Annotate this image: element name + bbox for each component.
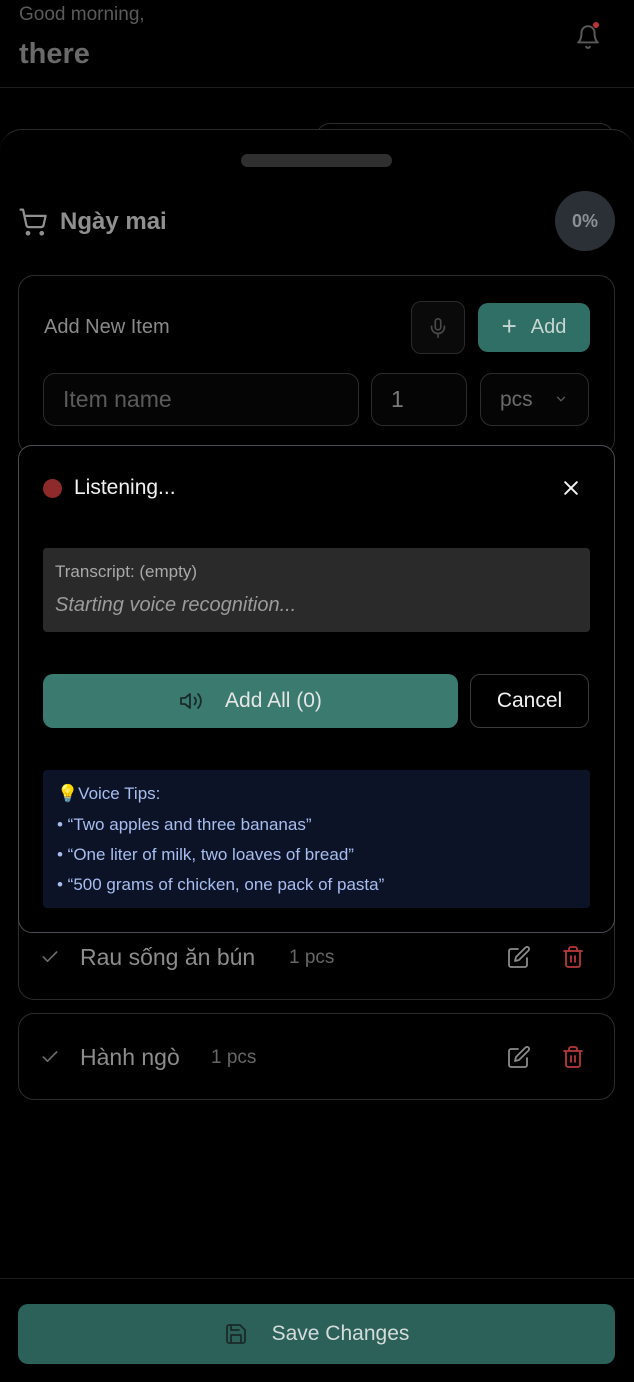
unit-select[interactable]: pcs	[480, 373, 589, 426]
voice-tip: • “500 grams of chicken, one pack of pas…	[57, 875, 385, 894]
close-voice-button[interactable]	[557, 474, 585, 502]
unit-select-value: pcs	[500, 387, 533, 411]
transcript-label: Transcript: (empty)	[55, 562, 198, 581]
greeting-text: Good morning,	[19, 4, 145, 25]
list-item[interactable]: Hành ngò 1 pcs	[18, 1013, 615, 1100]
trash-icon[interactable]	[561, 945, 585, 969]
progress-badge: 0%	[555, 191, 615, 251]
add-button-label: Add	[530, 316, 567, 338]
speaker-icon	[180, 693, 202, 709]
notification-dot	[593, 22, 599, 28]
add-item-button[interactable]: + Add	[478, 303, 590, 352]
transcript-text: Starting voice recognition...	[55, 594, 297, 616]
add-all-label: Add All (0)	[225, 689, 322, 712]
chevron-down-icon	[556, 396, 566, 402]
voice-tip: • “Two apples and three bananas”	[57, 815, 312, 834]
bell-icon[interactable]	[575, 24, 601, 50]
save-icon	[225, 1324, 246, 1344]
save-changes-label: Save Changes	[271, 1322, 410, 1345]
list-header: Ngày mai	[18, 200, 167, 244]
list-title: Ngày mai	[60, 208, 167, 235]
edit-icon[interactable]	[507, 1045, 531, 1069]
edit-icon[interactable]	[507, 945, 531, 969]
voice-tip: • “One liter of milk, two loaves of brea…	[57, 845, 354, 864]
item-quantity: 1 pcs	[289, 947, 335, 968]
voice-tips-box: 💡Voice Tips: • “Two apples and three ban…	[43, 770, 590, 908]
voice-input-button[interactable]	[411, 301, 465, 354]
username-text: there	[19, 38, 90, 70]
add-item-card	[18, 275, 615, 455]
plus-icon: +	[501, 311, 517, 341]
check-icon[interactable]	[40, 947, 60, 967]
trash-icon[interactable]	[561, 1045, 585, 1069]
add-all-button[interactable]: Add All (0)	[43, 674, 458, 728]
save-changes-button[interactable]: Save Changes	[18, 1304, 615, 1364]
recording-indicator	[43, 479, 62, 498]
quantity-input[interactable]: 1	[371, 373, 467, 426]
shopping-cart-icon	[19, 208, 47, 236]
sheet-drag-handle[interactable]	[241, 154, 392, 167]
listening-status: Listening...	[74, 476, 176, 499]
item-name: Hành ngò	[80, 1044, 180, 1070]
item-name-input[interactable]: Item name	[43, 373, 359, 426]
close-icon	[564, 481, 578, 495]
microphone-icon	[430, 317, 446, 338]
item-quantity: 1 pcs	[211, 1047, 257, 1068]
check-icon[interactable]	[40, 1047, 60, 1067]
transcript-box: Transcript: (empty) Starting voice recog…	[43, 548, 590, 632]
cancel-button[interactable]: Cancel	[470, 674, 589, 728]
voice-tips-title: 💡Voice Tips:	[57, 784, 161, 803]
item-name: Rau sống ăn bún	[80, 944, 256, 970]
add-item-label: Add New Item	[44, 316, 170, 338]
app-header: Good morning, there	[0, 0, 634, 88]
